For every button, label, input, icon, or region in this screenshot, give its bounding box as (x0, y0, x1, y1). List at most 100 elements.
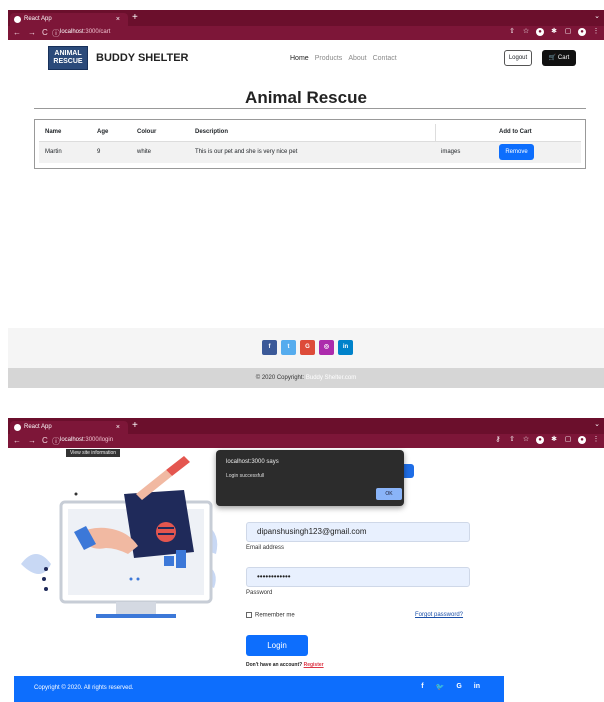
site-navbar: ANIMAL RESCUE BUDDY SHELTER Home Product… (8, 40, 604, 76)
nav-contact[interactable]: Contact (373, 55, 397, 62)
no-account-text: Don't have an account? (246, 662, 303, 668)
close-tab-icon[interactable]: × (116, 421, 120, 434)
social-links: f t G ◎ in (262, 340, 353, 355)
share-icon[interactable]: ⇧ (508, 436, 516, 444)
title-divider (34, 108, 586, 109)
browser-tab[interactable]: React App × (10, 13, 128, 26)
toolbar-icons: ⇧ ☆ ● ✱ ▢ ● ⋮ (508, 28, 600, 36)
site-info-icon[interactable]: ⓘ (52, 28, 60, 39)
logout-button[interactable]: Logout (504, 50, 532, 66)
register-prompt: Don't have an account? Register (246, 662, 324, 668)
new-tab-button[interactable]: + (132, 420, 138, 431)
linkedin-icon[interactable]: in (474, 683, 480, 691)
login-screenshot: React App × + ⌄ ← → C ⓘ localhost:3000/l… (8, 418, 604, 702)
col-images (434, 124, 493, 142)
url-host: localhost (60, 29, 84, 35)
alert-dialog: localhost:3000 says Login successfull OK (216, 450, 404, 506)
login-button[interactable]: Login (246, 635, 308, 656)
browser-tab[interactable]: React App × (10, 421, 128, 434)
site-info-icon[interactable]: ⓘ (52, 436, 60, 447)
remove-button[interactable]: Remove (499, 144, 534, 161)
twitter-icon[interactable]: 🐦 (436, 683, 445, 691)
cart-table-card: Name Age Colour Description Add to Cart … (34, 119, 586, 169)
cell-description: This is our pet and she is very nice pet (189, 141, 435, 163)
nav-products[interactable]: Products (315, 55, 343, 62)
email-label: Email address (246, 545, 285, 551)
google-icon[interactable]: G (456, 683, 461, 691)
brand-name[interactable]: BUDDY SHELTER (96, 52, 189, 64)
puzzle-icon[interactable]: ✱ (550, 28, 558, 36)
url-field[interactable]: localhost:3000/cart (60, 29, 110, 35)
table-header-row: Name Age Colour Description Add to Cart (39, 124, 581, 142)
cart-button[interactable]: 🛒 Cart (542, 50, 576, 66)
table-row: Martin 9 white This is our pet and she i… (39, 141, 581, 163)
col-name: Name (39, 124, 91, 142)
remember-label: Remember me (255, 612, 295, 619)
facebook-icon[interactable]: f (262, 340, 277, 355)
star-icon[interactable]: ☆ (522, 436, 530, 444)
footer-social-icons: f 🐦 G in (421, 683, 480, 691)
copyright-bar: © 2020 Copyright: Buddy Shelter.com (8, 368, 604, 388)
cart-icon: 🛒 (548, 55, 557, 61)
footer-copyright: Copyright © 2020. All rights reserved. (34, 685, 134, 691)
close-tab-icon[interactable]: × (116, 13, 120, 26)
instagram-icon[interactable]: ◎ (319, 340, 334, 355)
share-icon[interactable]: ⇧ (508, 28, 516, 36)
profile-avatar-icon[interactable]: ● (578, 436, 586, 444)
back-icon[interactable]: ← (13, 28, 21, 37)
forward-icon[interactable]: → (28, 28, 36, 37)
register-link[interactable]: Register (304, 662, 324, 668)
forward-icon[interactable]: → (28, 436, 36, 445)
reload-icon[interactable]: C (42, 436, 48, 445)
react-favicon-icon (14, 424, 21, 431)
profile-avatar-icon[interactable]: ● (578, 28, 586, 36)
logo-line1: ANIMAL (54, 50, 82, 57)
page-title: Animal Rescue (245, 88, 367, 107)
address-bar: ← → C ⓘ localhost:3000/login ⚷ ⇧ ☆ ● ✱ ▢… (8, 434, 604, 448)
linkedin-icon[interactable]: in (338, 340, 353, 355)
forgot-password-link[interactable]: Forgot password? (415, 612, 463, 618)
url-path: :3000/cart (83, 29, 111, 35)
url-field[interactable]: localhost:3000/login (60, 437, 113, 443)
nav-home[interactable]: Home (290, 55, 309, 62)
new-tab-button[interactable]: + (132, 12, 138, 23)
email-field[interactable]: dipanshusingh123@gmail.com (246, 522, 470, 542)
cell-colour: white (131, 141, 189, 163)
twitter-icon[interactable]: t (281, 340, 296, 355)
star-icon[interactable]: ☆ (522, 28, 530, 36)
col-description: Description (189, 124, 435, 142)
main-menu: Home Products About Contact (290, 55, 397, 62)
sidebar-icon[interactable]: ▢ (564, 436, 572, 444)
remember-checkbox[interactable] (246, 612, 252, 618)
copyright-text: © 2020 Copyright: (255, 375, 305, 381)
cart-label: Cart (557, 55, 570, 61)
password-field[interactable]: •••••••••••• (246, 567, 470, 587)
tab-search-icon[interactable]: ⌄ (594, 12, 600, 20)
nav-about[interactable]: About (348, 55, 366, 62)
browser-tab-bar: React App × + ⌄ (8, 10, 604, 26)
tab-search-icon[interactable]: ⌄ (594, 420, 600, 428)
cell-name: Martin (39, 141, 91, 163)
reload-icon[interactable]: C (42, 28, 48, 37)
login-illustration (21, 456, 218, 618)
toolbar-icons: ⚷ ⇧ ☆ ● ✱ ▢ ● ⋮ (494, 436, 600, 444)
extension-icon[interactable]: ● (536, 28, 544, 36)
sidebar-icon[interactable]: ▢ (564, 28, 572, 36)
address-bar: ← → C ⓘ localhost:3000/cart ⇧ ☆ ● ✱ ▢ ● … (8, 26, 604, 40)
key-icon[interactable]: ⚷ (494, 436, 502, 444)
remember-me[interactable]: Remember me (246, 612, 295, 619)
url-path: :3000/login (83, 437, 114, 443)
facebook-icon[interactable]: f (421, 683, 423, 691)
dialog-ok-button[interactable]: OK (376, 488, 402, 500)
puzzle-icon[interactable]: ✱ (550, 436, 558, 444)
social-footer: f t G ◎ in (8, 328, 604, 368)
copyright-link[interactable]: Buddy Shelter.com (306, 375, 356, 381)
google-icon[interactable]: G (300, 340, 315, 355)
menu-dots-icon[interactable]: ⋮ (592, 28, 600, 36)
login-footer: Copyright © 2020. All rights reserved. f… (14, 676, 504, 702)
menu-dots-icon[interactable]: ⋮ (592, 436, 600, 444)
partially-hidden-button[interactable] (404, 464, 414, 478)
animal-rescue-logo[interactable]: ANIMAL RESCUE (48, 46, 88, 70)
extension-icon[interactable]: ● (536, 436, 544, 444)
back-icon[interactable]: ← (13, 436, 21, 445)
